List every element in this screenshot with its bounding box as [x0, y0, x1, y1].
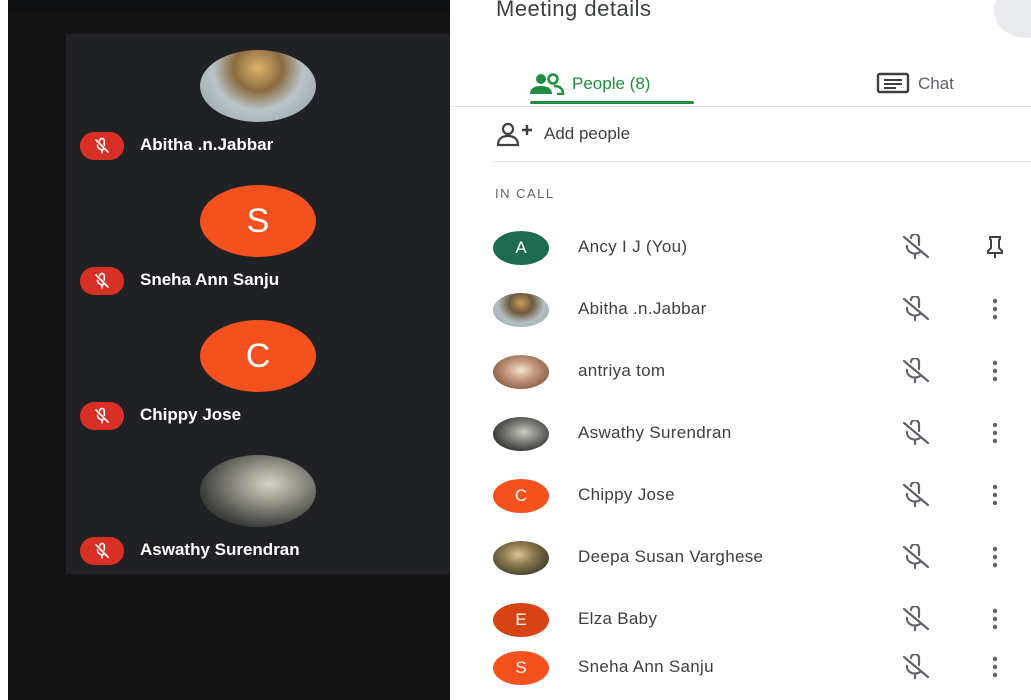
participant-name: Chippy Jose [578, 485, 675, 504]
more-vert-icon [992, 422, 998, 444]
participant-avatar-letter: A [515, 238, 527, 257]
mic-off-badge [80, 402, 124, 430]
participant-avatar-photo [493, 541, 549, 575]
participant-avatar-photo [493, 417, 549, 451]
meeting-details-panel: Meeting details People (8) Chat Add peop… [450, 0, 1031, 700]
mic-off-icon[interactable] [898, 296, 934, 322]
participant-row[interactable]: S Sneha Ann Sanju [450, 635, 1031, 697]
tile-avatar-photo [200, 455, 316, 527]
more-vert-icon [992, 298, 998, 320]
add-people-label: Add people [544, 124, 631, 143]
participant-name: Deepa Susan Varghese [578, 547, 764, 566]
participant-avatar: S [493, 651, 549, 685]
more-options-button[interactable] [982, 481, 1008, 509]
tile-avatar: C [200, 320, 316, 392]
video-tile[interactable]: S Sneha Ann Sanju [66, 169, 450, 304]
tile-name: Aswathy Surendran [140, 540, 300, 559]
participant-row[interactable]: C Chippy Jose [450, 463, 1031, 525]
tile-name: Chippy Jose [140, 405, 242, 424]
tab-chat-label: Chat [918, 74, 954, 93]
participant-name: Abitha .n.Jabbar [578, 299, 707, 318]
more-vert-icon [992, 546, 998, 568]
mic-off-icon[interactable] [898, 420, 934, 446]
mic-off-badge [80, 132, 124, 160]
mic-off-icon[interactable] [898, 234, 934, 260]
participant-avatar-letter: S [515, 658, 527, 677]
more-options-button[interactable] [982, 653, 1008, 681]
window-edge [0, 0, 8, 700]
tab-chat[interactable]: Chat [876, 62, 1016, 106]
participant-avatar-photo [493, 355, 549, 389]
more-options-button[interactable] [982, 295, 1008, 323]
add-person-icon [496, 122, 532, 147]
panel-title: Meeting details [496, 0, 652, 21]
tile-avatar: S [200, 185, 316, 257]
mic-off-icon [95, 137, 109, 154]
tile-name: Abitha .n.Jabbar [140, 135, 274, 154]
tile-avatar-letter: S [246, 201, 270, 240]
mic-off-icon [95, 542, 109, 559]
more-vert-icon [992, 484, 998, 506]
participant-name: Aswathy Surendran [578, 423, 732, 442]
divider [492, 161, 1031, 162]
participant-row[interactable]: Aswathy Surendran [450, 401, 1031, 463]
participant-row[interactable]: A Ancy I J (You) [450, 215, 1031, 277]
tile-name: Sneha Ann Sanju [140, 270, 280, 289]
more-options-button[interactable] [982, 605, 1008, 633]
more-vert-icon [992, 360, 998, 382]
participant-avatar-letter: C [514, 486, 528, 505]
participant-tiles: Abitha .n.Jabbar S Sneha Ann Sanju C Chi… [66, 34, 450, 574]
active-tab-indicator [530, 101, 694, 104]
participant-name: Ancy I J (You) [578, 237, 688, 256]
participant-avatar-letter: E [515, 610, 527, 629]
more-options-button[interactable] [982, 419, 1008, 447]
participant-row[interactable]: Deepa Susan Varghese [450, 525, 1031, 587]
mic-off-icon [95, 272, 109, 289]
participant-avatar: C [493, 479, 549, 513]
mic-off-badge [80, 537, 124, 565]
mic-off-icon[interactable] [898, 654, 934, 680]
mic-off-badge [80, 267, 124, 295]
participant-avatar: A [493, 231, 549, 265]
participant-name: Sneha Ann Sanju [578, 657, 714, 676]
tab-people[interactable]: People (8) [528, 62, 694, 106]
mic-off-icon[interactable] [898, 482, 934, 508]
more-options-button[interactable] [982, 357, 1008, 385]
participant-avatar-photo [493, 293, 549, 327]
tab-people-label: People (8) [572, 74, 651, 93]
in-call-section-label: IN CALL [495, 186, 555, 201]
participant-row[interactable]: Abitha .n.Jabbar [450, 277, 1031, 339]
mic-off-icon[interactable] [898, 606, 934, 632]
tile-avatar-letter: C [245, 336, 271, 375]
participant-row[interactable]: antriya tom [450, 339, 1031, 401]
divider [450, 106, 1031, 107]
video-tile[interactable]: Aswathy Surendran [66, 439, 450, 574]
video-strip: Abitha .n.Jabbar S Sneha Ann Sanju C Chi… [0, 0, 450, 700]
mic-off-icon[interactable] [898, 358, 934, 384]
participant-avatar: E [493, 603, 549, 637]
video-tile[interactable]: Abitha .n.Jabbar [66, 34, 450, 169]
mic-off-icon[interactable] [898, 544, 934, 570]
chat-icon [876, 72, 910, 94]
people-icon [530, 73, 564, 95]
more-vert-icon [992, 656, 998, 678]
mic-off-icon [95, 407, 109, 424]
participant-name: Elza Baby [578, 609, 658, 628]
pin-icon [987, 236, 1003, 258]
add-people-button[interactable]: Add people [494, 116, 630, 152]
pin-button[interactable] [982, 233, 1008, 261]
close-button[interactable] [994, 0, 1031, 38]
participant-name: antriya tom [578, 361, 666, 380]
more-vert-icon [992, 608, 998, 630]
more-options-button[interactable] [982, 543, 1008, 571]
tile-avatar-photo [200, 50, 316, 122]
video-tile[interactable]: C Chippy Jose [66, 304, 450, 439]
